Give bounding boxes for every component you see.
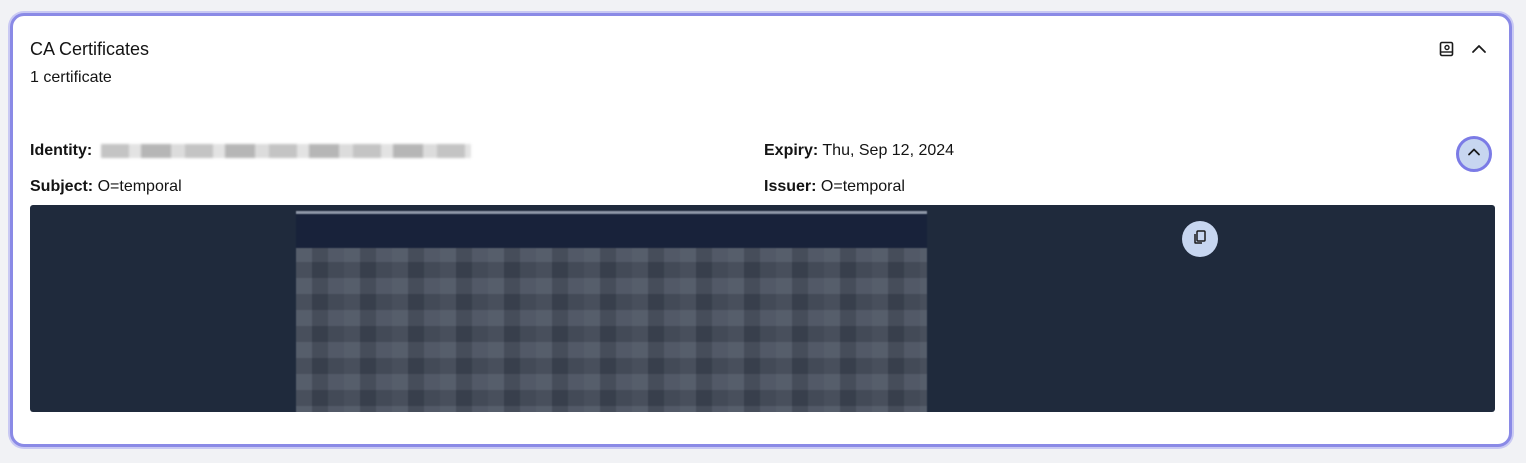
subject-row: Subject: O=temporal bbox=[30, 177, 182, 197]
expiry-value: Thu, Sep 12, 2024 bbox=[822, 142, 955, 159]
identity-label: Identity: bbox=[30, 142, 93, 159]
export-icon bbox=[1438, 40, 1456, 63]
subject-label: Subject: bbox=[30, 178, 94, 195]
certificate-pem-redacted bbox=[296, 211, 927, 412]
chevron-up-icon bbox=[1466, 144, 1482, 165]
copy-certificate-button[interactable] bbox=[1182, 221, 1218, 257]
issuer-label: Issuer: bbox=[764, 178, 817, 195]
collapse-card-button[interactable] bbox=[1468, 40, 1490, 62]
copy-icon bbox=[1192, 229, 1208, 250]
issuer-row: Issuer: O=temporal bbox=[764, 177, 905, 197]
subject-value: O=temporal bbox=[97, 178, 182, 195]
issuer-value: O=temporal bbox=[820, 178, 905, 195]
identity-row: Identity: bbox=[30, 141, 471, 161]
expiry-label: Expiry: bbox=[764, 142, 819, 159]
export-button[interactable] bbox=[1436, 40, 1458, 62]
expiry-row: Expiry: Thu, Sep 12, 2024 bbox=[764, 141, 954, 161]
identity-value-redacted bbox=[100, 143, 471, 158]
certificate-pem-block bbox=[30, 205, 1495, 412]
card-title: CA Certificates bbox=[30, 39, 150, 59]
certificate-count: 1 certificate bbox=[30, 69, 112, 86]
ca-certificates-card: CA Certificates 1 certificate Identity: … bbox=[10, 13, 1512, 447]
toggle-certificate-details-button[interactable] bbox=[1456, 136, 1492, 172]
chevron-up-icon bbox=[1470, 40, 1488, 63]
